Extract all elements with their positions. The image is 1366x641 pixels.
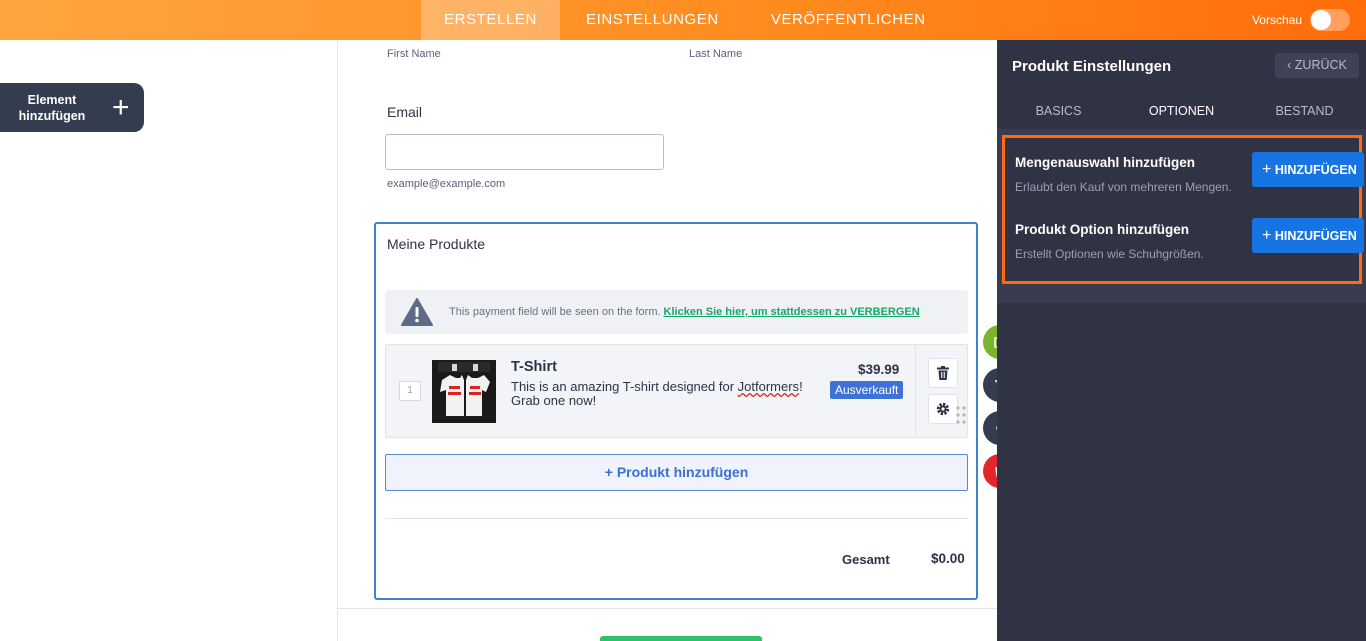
tab-optionen[interactable]: OPTIONEN (1120, 92, 1243, 129)
gear-icon (936, 402, 950, 416)
add-product-button[interactable]: + Produkt hinzufügen (385, 454, 968, 491)
top-bar: ERSTELLEN EINSTELLUNGEN VERÖFFENTLICHEN … (0, 0, 1366, 40)
product-option-title: Produkt Option hinzufügen (1015, 222, 1189, 237)
product-price: $39.99 (858, 362, 900, 377)
product-description: This is an amazing T-shirt designed for … (511, 380, 831, 408)
submit-button[interactable] (600, 636, 762, 641)
product-image (432, 360, 496, 423)
product-description-start: This is an amazing T-shirt designed for (511, 379, 738, 394)
warning-icon (401, 298, 433, 326)
product-list-field[interactable]: Meine Produkte This payment field will b… (374, 222, 978, 600)
preview-control: Vorschau (1252, 0, 1350, 40)
panel-header: Produkt Einstellungen ‹ ZURÜCK (997, 40, 1366, 92)
email-label: Email (387, 104, 423, 120)
tab-bestand[interactable]: BESTAND (1243, 92, 1366, 129)
add-element-button[interactable]: Element hinzufügen + (0, 83, 144, 132)
trash-icon (937, 366, 949, 380)
back-button[interactable]: ‹ ZURÜCK (1275, 53, 1359, 78)
quantity-option-title: Mengenauswahl hinzufügen (1015, 155, 1196, 170)
top-nav: ERSTELLEN EINSTELLUNGEN VERÖFFENTLICHEN (421, 0, 952, 40)
products-title: Meine Produkte (387, 236, 486, 252)
options-section: Mengenauswahl hinzufügen Erlaubt den Kau… (1002, 135, 1364, 284)
tab-basics[interactable]: BASICS (997, 92, 1120, 129)
add-quantity-button[interactable]: + HINZUFÜGEN (1252, 152, 1364, 187)
add-product-option-label: HINZUFÜGEN (1274, 229, 1357, 243)
divider (385, 518, 968, 519)
total-label: Gesamt (842, 552, 890, 567)
plus-icon: + (1262, 227, 1272, 244)
last-name-sublabel: Last Name (689, 48, 743, 60)
misspelled-word: Jotformers (737, 379, 800, 394)
total-value: $0.00 (931, 551, 965, 566)
notice-message: This payment field will be seen on the f… (449, 306, 661, 318)
delete-product-button[interactable] (928, 358, 958, 388)
tab-einstellungen[interactable]: EINSTELLUNGEN (560, 0, 745, 40)
email-sublabel: example@example.com (387, 178, 506, 190)
drag-handle-icon[interactable] (956, 406, 966, 424)
toggle-knob (1311, 10, 1331, 30)
product-name: T-Shirt (511, 359, 557, 375)
hide-field-link[interactable]: Klicken Sie hier, um stattdessen zu VERB… (664, 306, 920, 318)
notice-text: This payment field will be seen on the f… (449, 306, 920, 318)
product-number: 1 (399, 381, 421, 401)
divider (338, 608, 998, 609)
product-settings-panel: Produkt Einstellungen ‹ ZURÜCK BASICS OP… (997, 40, 1366, 641)
sold-out-badge: Ausverkauft (830, 381, 904, 399)
product-item[interactable]: 1 T-Shirt This is an amazing T-shirt des… (385, 344, 968, 438)
panel-body (997, 303, 1366, 641)
preview-toggle[interactable] (1310, 9, 1350, 31)
plus-icon: + (1262, 161, 1272, 178)
panel-title: Produkt Einstellungen (1012, 58, 1172, 75)
product-settings-button[interactable] (928, 394, 958, 424)
add-element-label: Element hinzufügen (18, 92, 86, 123)
form-canvas: First Name Last Name Email example@examp… (337, 40, 998, 641)
payment-notice: This payment field will be seen on the f… (385, 290, 968, 334)
tab-veroeffentlichen[interactable]: VERÖFFENTLICHEN (745, 0, 952, 40)
preview-label: Vorschau (1251, 13, 1302, 27)
add-quantity-label: HINZUFÜGEN (1274, 163, 1357, 177)
chevron-left-icon: ‹ (1287, 58, 1292, 72)
plus-icon: + (112, 90, 130, 124)
quantity-option-description: Erlaubt den Kauf von mehreren Mengen. (1015, 180, 1232, 194)
add-product-option-button[interactable]: + HINZUFÜGEN (1252, 218, 1364, 253)
product-option-description: Erstellt Optionen wie Schuhgrößen. (1015, 247, 1204, 261)
tab-erstellen[interactable]: ERSTELLEN (421, 0, 560, 40)
panel-tabs: BASICS OPTIONEN BESTAND (997, 92, 1366, 129)
back-label: ZURÜCK (1294, 58, 1347, 72)
tshirt-image-icon (432, 360, 496, 423)
email-field[interactable] (385, 134, 664, 170)
first-name-sublabel: First Name (387, 48, 441, 60)
